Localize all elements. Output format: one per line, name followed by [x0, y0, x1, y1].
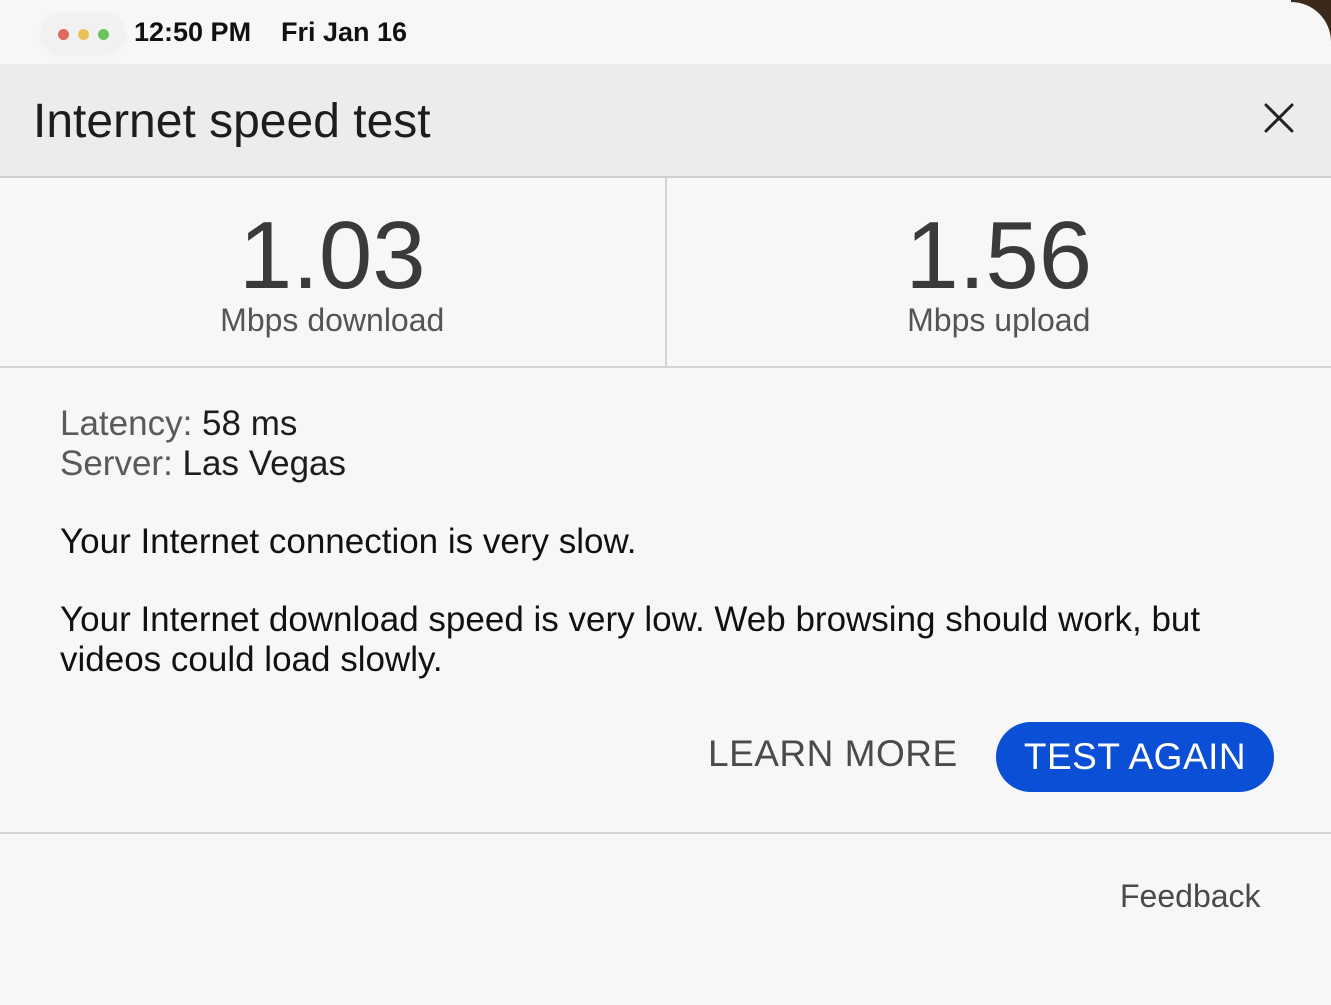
download-unit: Mbps download	[220, 302, 445, 338]
footer-divider	[0, 832, 1331, 834]
upload-unit: Mbps upload	[907, 302, 1091, 338]
speed-results: 1.03 Mbps download 1.56 Mbps upload	[0, 178, 1331, 368]
connection-summary: Your Internet connection is very slow.	[60, 522, 637, 561]
window-controls[interactable]	[42, 14, 124, 54]
speed-test-screen: 12:50 PM Fri Jan 16 Internet speed test …	[0, 0, 1331, 1005]
feedback-link[interactable]: Feedback	[1120, 876, 1261, 916]
connection-detail: Your Internet download speed is very low…	[60, 600, 1201, 679]
close-icon	[1264, 103, 1294, 133]
close-button[interactable]	[1259, 98, 1299, 138]
status-bar: 12:50 PM Fri Jan 16	[0, 0, 1331, 64]
status-time: 12:50 PM	[134, 17, 252, 47]
status-date: Fri Jan 16	[281, 17, 408, 47]
server-value: Las Vegas	[182, 444, 347, 483]
download-value: 1.03	[238, 202, 426, 309]
test-details: Latency: 58 ms Server: Las Vegas Your In…	[60, 404, 1280, 680]
wallpaper-corner	[1291, 0, 1331, 60]
latency-value: 58 ms	[202, 404, 298, 443]
test-again-button[interactable]: TEST AGAIN	[996, 722, 1274, 792]
server-label: Server:	[60, 444, 173, 483]
learn-more-button[interactable]: LEARN MORE	[708, 730, 958, 778]
close-dot-icon[interactable]	[57, 28, 69, 40]
page-title: Internet speed test	[33, 95, 431, 148]
latency-label: Latency:	[60, 404, 193, 443]
zoom-dot-icon[interactable]	[97, 28, 109, 40]
server-line: Server: Las Vegas	[60, 444, 1280, 484]
minimize-dot-icon[interactable]	[77, 28, 89, 40]
upload-value: 1.56	[905, 202, 1093, 309]
latency-line: Latency: 58 ms	[60, 404, 1280, 444]
upload-result: 1.56 Mbps upload	[667, 178, 1331, 366]
download-result: 1.03 Mbps download	[0, 178, 667, 366]
dialog-header: Internet speed test	[0, 64, 1331, 178]
